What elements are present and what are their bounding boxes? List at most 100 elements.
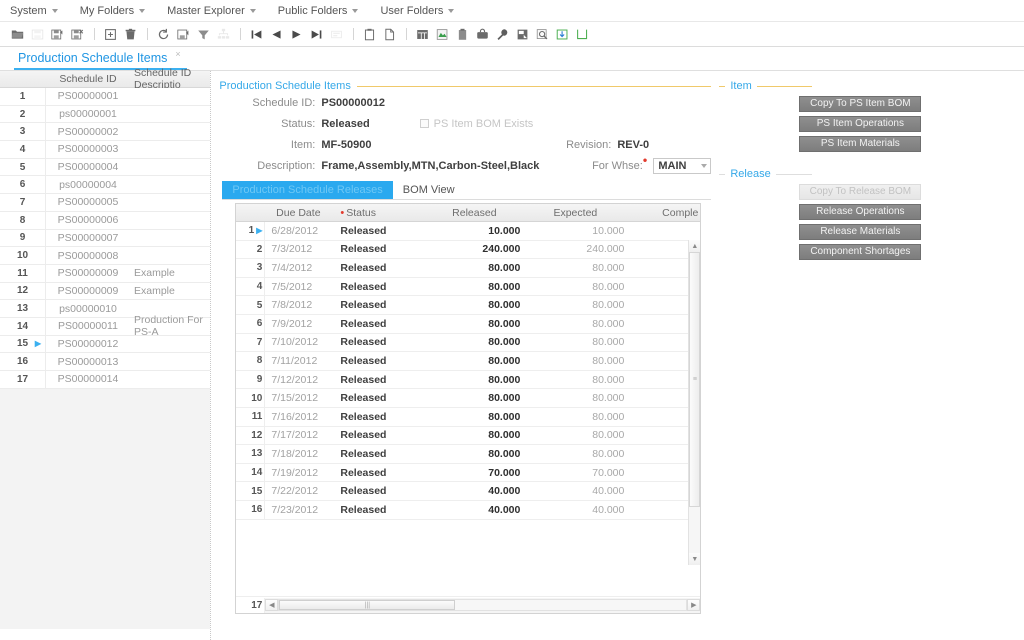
table-row[interactable]: 8 PS00000006 xyxy=(0,211,211,230)
cell-due-date[interactable]: 7/3/2012 xyxy=(264,240,332,259)
cell-schedule-id[interactable]: PS00000001 xyxy=(46,90,130,102)
table-row[interactable]: 6 7/9/2012 Released 80.000 80.000 xyxy=(236,314,701,334)
cell-expected[interactable]: 80.000 xyxy=(520,411,630,423)
cell-due-date[interactable]: 7/12/2012 xyxy=(264,370,332,389)
for-whse-select[interactable]: MAIN xyxy=(653,157,712,174)
collapse-icon[interactable] xyxy=(719,173,726,175)
next-record-icon[interactable] xyxy=(287,25,305,43)
menu-item-master-explorer[interactable]: Master Explorer xyxy=(167,5,256,17)
table-row[interactable]: 16 7/23/2012 Released 40.000 40.000 xyxy=(236,500,701,520)
table-row[interactable]: 17 PS00000014 xyxy=(0,371,211,389)
cell-schedule-description[interactable]: Example xyxy=(130,267,210,279)
map-view-icon[interactable] xyxy=(433,25,451,43)
cell-status[interactable]: Released xyxy=(332,355,428,367)
description-value[interactable]: Frame,Assembly,MTN,Carbon-Steel,Black xyxy=(321,160,589,172)
first-record-icon[interactable] xyxy=(247,25,265,43)
status-value[interactable]: Released xyxy=(321,118,369,130)
cell-due-date[interactable]: 7/11/2012 xyxy=(264,352,332,370)
button-release-materials[interactable]: Release Materials xyxy=(799,224,922,240)
cell-schedule-id[interactable]: PS00000004 xyxy=(46,161,130,173)
cell-released[interactable]: 40.000 xyxy=(428,504,520,516)
cell-released[interactable]: 80.000 xyxy=(428,262,520,274)
filter-icon[interactable] xyxy=(194,25,212,43)
cell-status[interactable]: Released xyxy=(332,374,428,386)
window-icon[interactable] xyxy=(573,25,591,43)
cell-due-date[interactable]: 7/19/2012 xyxy=(264,463,332,482)
cell-released[interactable]: 10.000 xyxy=(428,225,520,237)
table-row[interactable]: 2 ps00000001 xyxy=(0,105,211,124)
cell-status[interactable]: Released xyxy=(332,504,428,516)
cell-schedule-id[interactable]: PS00000011 xyxy=(46,320,130,332)
new-document-icon[interactable] xyxy=(380,25,398,43)
release-grid-vscrollbar[interactable]: ▲ ≡ ▼ xyxy=(688,240,701,565)
refresh-icon[interactable] xyxy=(154,25,172,43)
new-record-icon[interactable] xyxy=(101,25,119,43)
column-header-expected[interactable]: Expected xyxy=(520,204,630,221)
collapse-icon[interactable] xyxy=(719,85,726,87)
hscroll-thumb[interactable]: ||| xyxy=(279,600,456,610)
cell-due-date[interactable]: 7/4/2012 xyxy=(264,259,332,277)
table-row[interactable]: 8 7/11/2012 Released 80.000 80.000 xyxy=(236,352,701,371)
schedule-list-body[interactable]: 1 PS00000001 2 ps00000001 3 PS00000002 4 PS0000… xyxy=(0,88,211,640)
cell-status[interactable]: Released xyxy=(332,429,428,441)
cell-schedule-id[interactable]: PS00000006 xyxy=(46,214,130,226)
export-icon[interactable] xyxy=(174,25,192,43)
cell-due-date[interactable]: 7/5/2012 xyxy=(264,277,332,296)
cell-schedule-description[interactable]: Production For PS-A xyxy=(130,314,210,338)
cell-schedule-id[interactable]: PS00000007 xyxy=(46,232,130,244)
cell-expected[interactable]: 10.000 xyxy=(520,225,630,237)
cell-schedule-id[interactable]: PS00000002 xyxy=(46,126,130,138)
cell-released[interactable]: 80.000 xyxy=(428,336,520,348)
table-row[interactable]: 4 PS00000003 xyxy=(0,141,211,159)
button-copy-to-ps-item-bom[interactable]: Copy To PS Item BOM xyxy=(799,96,922,112)
scroll-up-icon[interactable]: ▲ xyxy=(689,240,701,252)
cell-expected[interactable]: 80.000 xyxy=(520,374,630,386)
cell-expected[interactable]: 80.000 xyxy=(520,429,630,441)
table-row[interactable]: 5 PS00000004 xyxy=(0,158,211,177)
previous-record-icon[interactable] xyxy=(267,25,285,43)
cell-due-date[interactable]: 7/15/2012 xyxy=(264,389,332,407)
column-header-schedule-id-description[interactable]: Schedule ID Descriptio xyxy=(130,67,210,91)
table-row[interactable]: 10 7/15/2012 Released 80.000 80.000 xyxy=(236,389,701,408)
attachments-icon[interactable] xyxy=(473,25,491,43)
table-row[interactable]: 6 ps00000004 xyxy=(0,176,211,195)
column-header-complete[interactable]: Comple xyxy=(630,204,700,221)
close-icon[interactable]: × xyxy=(175,49,180,59)
button-ps-item-materials[interactable]: PS Item Materials xyxy=(799,136,922,152)
save-close-icon[interactable] xyxy=(68,25,86,43)
table-row[interactable]: 14 PS00000011 Production For PS-A xyxy=(0,314,211,338)
release-grid-hscrollbar[interactable]: ◀ ||| ▶ xyxy=(264,597,701,613)
clipboard-icon[interactable] xyxy=(360,25,378,43)
cell-schedule-id[interactable]: PS00000005 xyxy=(46,196,130,208)
menu-item-user-folders[interactable]: User Folders xyxy=(380,5,455,17)
table-row[interactable]: 11 PS00000009 Example xyxy=(0,264,211,283)
table-row[interactable]: 12 PS00000009 Example xyxy=(0,282,211,301)
cell-status[interactable]: Released xyxy=(332,392,428,404)
column-header-due-date[interactable]: Due Date xyxy=(264,204,332,221)
table-row[interactable]: 4 7/5/2012 Released 80.000 80.000 xyxy=(236,277,701,297)
cell-expected[interactable]: 240.000 xyxy=(520,243,630,255)
cell-released[interactable]: 80.000 xyxy=(428,374,520,386)
cell-schedule-description[interactable]: Example xyxy=(130,285,210,297)
schedule-id-value[interactable]: PS00000012 xyxy=(321,97,385,109)
checkbox-icon[interactable] xyxy=(419,119,429,128)
column-header-status[interactable]: • Status xyxy=(332,204,428,221)
table-row[interactable]: 7 PS00000005 xyxy=(0,194,211,212)
cell-status[interactable]: Released xyxy=(332,467,428,479)
table-row[interactable]: 16 PS00000013 xyxy=(0,353,211,371)
table-row[interactable]: 15 7/22/2012 Released 40.000 40.000 xyxy=(236,482,701,501)
cell-released[interactable]: 70.000 xyxy=(428,467,520,479)
preview-icon[interactable] xyxy=(533,25,551,43)
cell-schedule-id[interactable]: PS00000013 xyxy=(46,356,130,368)
table-row[interactable]: 9 7/12/2012 Released 80.000 80.000 xyxy=(236,370,701,390)
cell-schedule-id[interactable]: PS00000003 xyxy=(46,143,130,155)
cell-due-date[interactable]: 7/23/2012 xyxy=(264,500,332,519)
table-row[interactable]: 12 7/17/2012 Released 80.000 80.000 xyxy=(236,426,701,446)
cell-status[interactable]: Released xyxy=(332,411,428,423)
cell-status[interactable]: Released xyxy=(332,448,428,460)
inner-tab-bom-view[interactable]: BOM View xyxy=(393,181,465,199)
cell-status[interactable]: Released xyxy=(332,485,428,497)
cell-expected[interactable]: 80.000 xyxy=(520,299,630,311)
item-value[interactable]: MF-50900 xyxy=(321,139,547,151)
download-icon[interactable] xyxy=(553,25,571,43)
